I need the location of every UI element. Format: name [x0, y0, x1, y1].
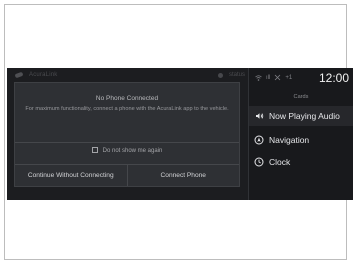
- background-status-text: status: [229, 72, 246, 78]
- cards-label: Cards: [293, 94, 309, 100]
- dialog-buttons: Continue Without Connecting Connect Phon…: [15, 165, 239, 186]
- phone-icon: [14, 71, 24, 79]
- card-label: Navigation: [269, 135, 310, 145]
- card-navigation[interactable]: Navigation: [249, 130, 353, 150]
- background-app-name: AcuraLink: [29, 72, 58, 78]
- card-label: Clock: [269, 157, 291, 167]
- clock-icon: [249, 157, 269, 167]
- navigation-icon: [249, 135, 269, 145]
- card-label: Now Playing Audio: [269, 111, 340, 121]
- wifi-icon: [255, 74, 262, 81]
- cards-panel: ıll +1 12:00 Cards Now Playing Audio Nav…: [248, 68, 353, 200]
- do-not-show-label: Do not show me again: [102, 148, 163, 154]
- do-not-show-checkbox[interactable]: [91, 147, 98, 153]
- status-clock: 12:00: [318, 71, 349, 85]
- status-dot-icon: [218, 73, 223, 78]
- card-clock[interactable]: Clock: [249, 152, 353, 172]
- connect-phone-button[interactable]: Connect Phone: [128, 165, 240, 186]
- no-phone-dialog: No Phone Connected For maximum functiona…: [14, 82, 240, 187]
- divider: [15, 142, 239, 143]
- signal-strength-icon: ıll: [266, 74, 271, 81]
- speaker-icon: [249, 112, 269, 120]
- infotainment-screen: AcuraLink status No Phone Connected For …: [7, 68, 353, 200]
- no-signal-icon: [275, 74, 281, 81]
- do-not-show-row[interactable]: Do not show me again: [15, 147, 239, 157]
- status-icons: ıll +1: [255, 74, 292, 81]
- card-now-playing-audio[interactable]: Now Playing Audio: [249, 106, 353, 126]
- continue-without-connecting-button[interactable]: Continue Without Connecting: [15, 165, 127, 186]
- dialog-title: No Phone Connected: [95, 95, 159, 102]
- dialog-message: For maximum functionality, connect a pho…: [25, 106, 229, 112]
- notification-count: +1: [285, 74, 293, 81]
